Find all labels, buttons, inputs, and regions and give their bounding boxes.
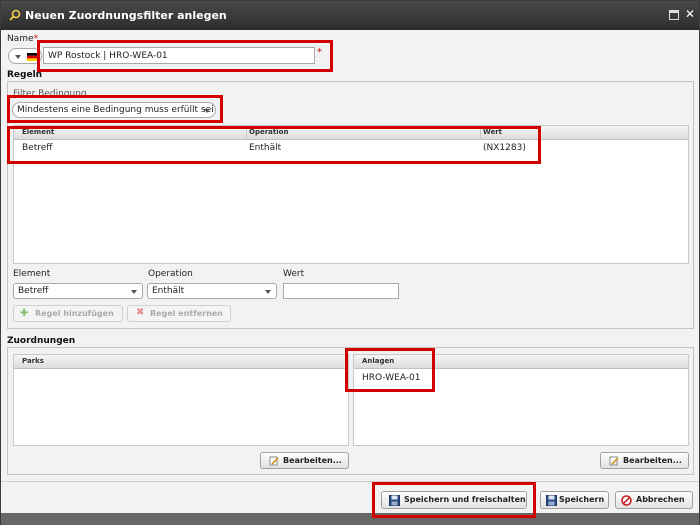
maximize-icon[interactable]: [669, 10, 679, 20]
remove-icon: ✖: [136, 307, 145, 318]
list-item[interactable]: HRO-WEA-01: [362, 373, 420, 383]
dialog-titlebar[interactable]: Neuen Zuordnungsfilter anlegen ✕: [1, 1, 699, 30]
regeln-title: Regeln: [7, 70, 43, 80]
chevron-down-icon: [131, 290, 137, 294]
save-icon: [546, 495, 557, 506]
chevron-down-icon: [204, 109, 210, 113]
edit-parks-button[interactable]: Bearbeiten...: [260, 452, 349, 469]
chevron-down-icon: [15, 55, 21, 59]
filter-condition-label: Filter Bedingung: [13, 89, 87, 99]
close-icon[interactable]: ✕: [683, 6, 697, 22]
german-flag-icon: [27, 53, 39, 61]
dialog-window: Neuen Zuordnungsfilter anlegen ✕ Name* W…: [0, 0, 700, 525]
name-label: Name*: [7, 34, 39, 44]
column-wert[interactable]: Wert: [483, 128, 502, 136]
dialog-title: Neuen Zuordnungsfilter anlegen: [25, 9, 227, 22]
column-operation[interactable]: Operation: [249, 128, 288, 136]
edit-icon: [609, 456, 619, 466]
anlagen-header: Anlagen: [362, 357, 395, 365]
save-icon: [389, 495, 400, 506]
plus-icon: ✚: [20, 308, 29, 319]
column-element[interactable]: Element: [22, 128, 54, 136]
cancel-icon: [621, 495, 632, 506]
wert-label: Wert: [283, 269, 305, 279]
filter-condition-select[interactable]: Mindestens eine Bedingung muss erfüllt s…: [12, 102, 216, 118]
operation-label: Operation: [148, 269, 193, 279]
add-rule-button[interactable]: ✚ Regel hinzufügen: [13, 305, 123, 322]
rules-grid-header: Element Operation Wert: [14, 126, 688, 140]
remove-rule-button[interactable]: ✖ Regel entfernen: [127, 305, 231, 322]
save-and-activate-button[interactable]: Speichern und freischalten: [381, 491, 527, 509]
wert-input[interactable]: [283, 283, 399, 299]
parks-header: Parks: [22, 357, 44, 365]
zuordnungen-title: Zuordnungen: [7, 336, 76, 346]
element-label: Element: [13, 269, 51, 279]
table-row[interactable]: Betreff Enthält (NX1283): [14, 141, 688, 159]
edit-anlagen-button[interactable]: Bearbeiten...: [600, 452, 689, 469]
anlagen-list[interactable]: Anlagen HRO-WEA-01: [353, 354, 689, 446]
language-selector[interactable]: [8, 48, 42, 64]
required-marker: *: [317, 47, 322, 58]
chevron-down-icon: [265, 290, 271, 294]
filter-search-icon: [9, 9, 21, 21]
edit-icon: [269, 456, 279, 466]
save-button[interactable]: Speichern: [540, 491, 609, 509]
cancel-button[interactable]: Abbrechen: [615, 491, 693, 509]
operation-select[interactable]: Enthält: [147, 283, 277, 299]
name-input[interactable]: WP Rostock | HRO-WEA-01: [43, 47, 315, 64]
element-select[interactable]: Betreff: [13, 283, 143, 299]
parks-list[interactable]: Parks: [13, 354, 349, 446]
rules-grid: Element Operation Wert Betreff Enthält (…: [13, 125, 689, 264]
